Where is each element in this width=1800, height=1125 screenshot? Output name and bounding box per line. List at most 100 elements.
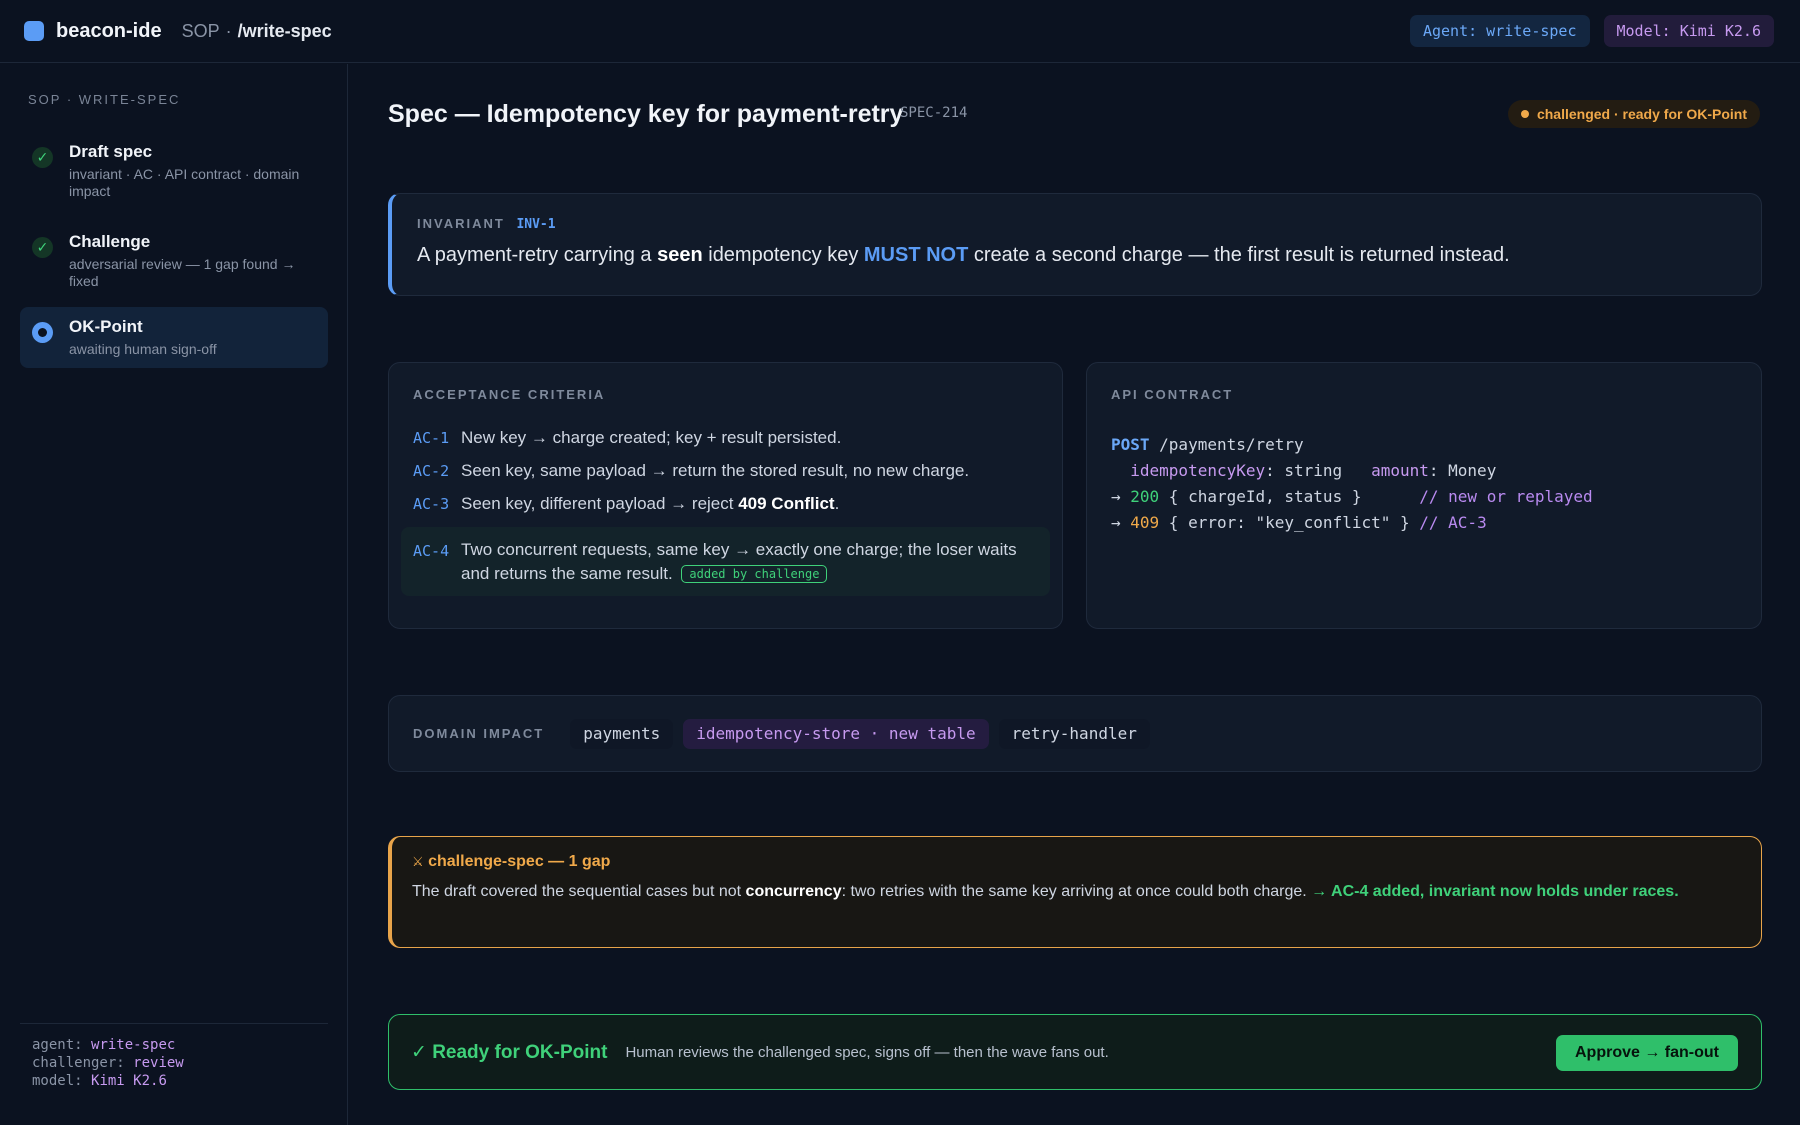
app-logo-icon — [24, 21, 44, 41]
footer-agent-row: agent: write-spec — [32, 1036, 328, 1054]
code-line: → 409 { error: "key_conflict" } // AC-3 — [1111, 510, 1761, 536]
invariant-label: INVARIANT — [417, 216, 505, 231]
ac-item: AC-1 New key → charge created; key + res… — [413, 428, 1062, 448]
ac-text: Two concurrent requests, same key → exac… — [461, 538, 1038, 586]
invariant-text: A payment-retry carrying a seen idempote… — [417, 244, 1761, 267]
app-name: beacon-ide — [56, 19, 162, 42]
step-subtitle: adversarial review — 1 gap found → fixed — [69, 256, 296, 289]
breadcrumb-separator: · — [225, 20, 232, 41]
added-by-challenge-tag: added by challenge — [681, 565, 828, 583]
step-title: Draft spec — [69, 142, 153, 161]
param-name: amount — [1371, 461, 1429, 480]
response-body: { error: "key_conflict" } — [1159, 513, 1420, 532]
api-contract-label: API CONTRACT — [1111, 387, 1234, 402]
footer-challenger-value: review — [133, 1055, 184, 1071]
challenge-text-part: The draft covered the sequential cases b… — [412, 883, 746, 900]
sidebar-step-challenge[interactable]: ✓ Challenge adversarial review — 1 gap f… — [20, 222, 328, 300]
approve-button[interactable]: Approve → fan-out — [1556, 1035, 1738, 1071]
challenge-callout: ⚔ challenge-spec — 1 gap The draft cover… — [388, 836, 1762, 948]
footer-agent-label: agent: — [32, 1037, 83, 1053]
model-pill[interactable]: Model: Kimi K2.6 — [1603, 15, 1774, 47]
page-title: Spec — Idempotency key for payment-retry — [388, 100, 904, 128]
ac-text-bold: 409 Conflict — [738, 494, 835, 513]
response-arrow: → — [1111, 487, 1131, 506]
ac-id: AC-4 — [413, 542, 450, 560]
step-subtitle: invariant · AC · API contract · domain i… — [69, 166, 300, 199]
ac-item-highlighted: AC-4 Two concurrent requests, same key →… — [401, 527, 1050, 596]
check-icon: ✓ — [32, 237, 53, 258]
api-contract-code: POST /payments/retry idempotencyKey: str… — [1111, 432, 1761, 536]
swords-icon: ⚔ — [412, 854, 424, 869]
footer-agent-value: write-spec — [91, 1037, 176, 1053]
ac-id: AC-1 — [413, 429, 450, 447]
invariant-id: INV-1 — [516, 217, 556, 232]
ac-id: AC-3 — [413, 495, 450, 513]
sidebar-footer: agent: write-spec challenger: review mod… — [20, 1023, 328, 1125]
code-line: → 200 { chargeId, status } // new or rep… — [1111, 484, 1761, 510]
invariant-text-part: idempotency key — [702, 244, 864, 266]
param-type: : string — [1265, 461, 1343, 480]
code-comment: // new or replayed — [1419, 487, 1593, 506]
response-body: { chargeId, status } — [1159, 487, 1420, 506]
challenge-title: challenge-spec — 1 gap — [428, 853, 611, 870]
step-subtitle: awaiting human sign-off — [69, 341, 217, 357]
api-contract-card: API CONTRACT POST /payments/retry idempo… — [1086, 362, 1762, 629]
invariant-text-part: A payment-retry carrying a — [417, 244, 658, 266]
challenge-text-part: : two retries with the same key arriving… — [841, 883, 1312, 900]
status-code-409: 409 — [1130, 513, 1160, 532]
challenge-fix-text: → AC-4 added, invariant now holds under … — [1311, 883, 1679, 900]
sidebar: SOP · WRITE-SPEC ✓ Draft spec invariant … — [0, 64, 348, 1125]
code-line: POST /payments/retry — [1111, 432, 1761, 458]
endpoint-path: /payments/retry — [1149, 435, 1304, 454]
footer-model-label: model: — [32, 1073, 83, 1089]
challenge-text-bold: concurrency — [745, 883, 842, 900]
ready-title: ✓ Ready for OK-Point — [411, 1041, 608, 1063]
invariant-card: INVARIANT INV-1 A payment-retry carrying… — [388, 193, 1762, 296]
domain-chip[interactable]: retry-handler — [998, 718, 1150, 749]
footer-challenger-row: challenger: review — [32, 1054, 328, 1072]
breadcrumb-parent[interactable]: SOP — [182, 21, 220, 42]
spec-id: SPEC-214 — [900, 105, 968, 121]
top-bar: beacon-ide SOP · /write-spec Agent: writ… — [0, 0, 1800, 63]
status-dot-icon — [1520, 110, 1529, 118]
invariant-label-row: INVARIANT INV-1 — [417, 216, 1761, 232]
check-icon: ✓ — [32, 147, 53, 168]
domain-chip-new[interactable]: idempotency-store · new table — [683, 718, 989, 749]
main-panel: Spec — Idempotency key for payment-retry… — [349, 64, 1800, 1125]
invariant-must-not: MUST NOT — [863, 244, 969, 266]
sidebar-step-draft-spec[interactable]: ✓ Draft spec invariant · AC · API contra… — [20, 132, 328, 210]
ac-text-part: . — [834, 494, 840, 513]
sidebar-step-ok-point[interactable]: OK-Point awaiting human sign-off — [20, 307, 328, 368]
ac-text: Seen key, same payload → return the stor… — [461, 461, 970, 480]
step-title: Challenge — [69, 232, 151, 251]
footer-challenger-label: challenger: — [32, 1055, 125, 1071]
ac-text-part: Seen key, different payload → reject — [461, 494, 739, 513]
status-text: challenged · ready for OK-Point — [1536, 106, 1747, 122]
ac-text: New key → charge created; key + result p… — [461, 428, 842, 447]
challenge-title-row: ⚔ challenge-spec — 1 gap — [412, 853, 1761, 871]
status-code-200: 200 — [1130, 487, 1160, 506]
code-comment: // AC-3 — [1419, 513, 1487, 532]
invariant-text-part: create a second charge — the first resul… — [968, 244, 1510, 266]
breadcrumb-current: /write-spec — [237, 20, 332, 41]
acceptance-criteria-list: AC-1 New key → charge created; key + res… — [401, 428, 1062, 596]
acceptance-criteria-label: ACCEPTANCE CRITERIA — [413, 387, 606, 402]
ac-item: AC-2 Seen key, same payload → return the… — [413, 461, 1062, 481]
ac-id: AC-2 — [413, 462, 450, 480]
ac-item: AC-3 Seen key, different payload → rejec… — [413, 494, 1062, 514]
status-badge: challenged · ready for OK-Point — [1507, 100, 1760, 128]
domain-chip[interactable]: payments — [570, 718, 674, 749]
param-type: : Money — [1428, 461, 1497, 480]
acceptance-criteria-card: ACCEPTANCE CRITERIA AC-1 New key → charg… — [388, 362, 1063, 629]
response-arrow: → — [1111, 513, 1131, 532]
ready-panel: ✓ Ready for OK-Point Human reviews the c… — [388, 1014, 1762, 1090]
agent-pill[interactable]: Agent: write-spec — [1409, 15, 1590, 47]
footer-model-row: model: Kimi K2.6 — [32, 1072, 328, 1090]
param-name: idempotencyKey — [1130, 461, 1266, 480]
domain-impact-card: DOMAIN IMPACT payments idempotency-store… — [388, 695, 1762, 772]
step-title: OK-Point — [69, 317, 143, 336]
radio-active-icon — [32, 322, 53, 343]
code-line: idempotencyKey: string amount: Money — [1111, 458, 1761, 484]
sidebar-header: SOP · WRITE-SPEC — [28, 92, 181, 107]
ready-text: Human reviews the challenged spec, signs… — [625, 1043, 1109, 1061]
